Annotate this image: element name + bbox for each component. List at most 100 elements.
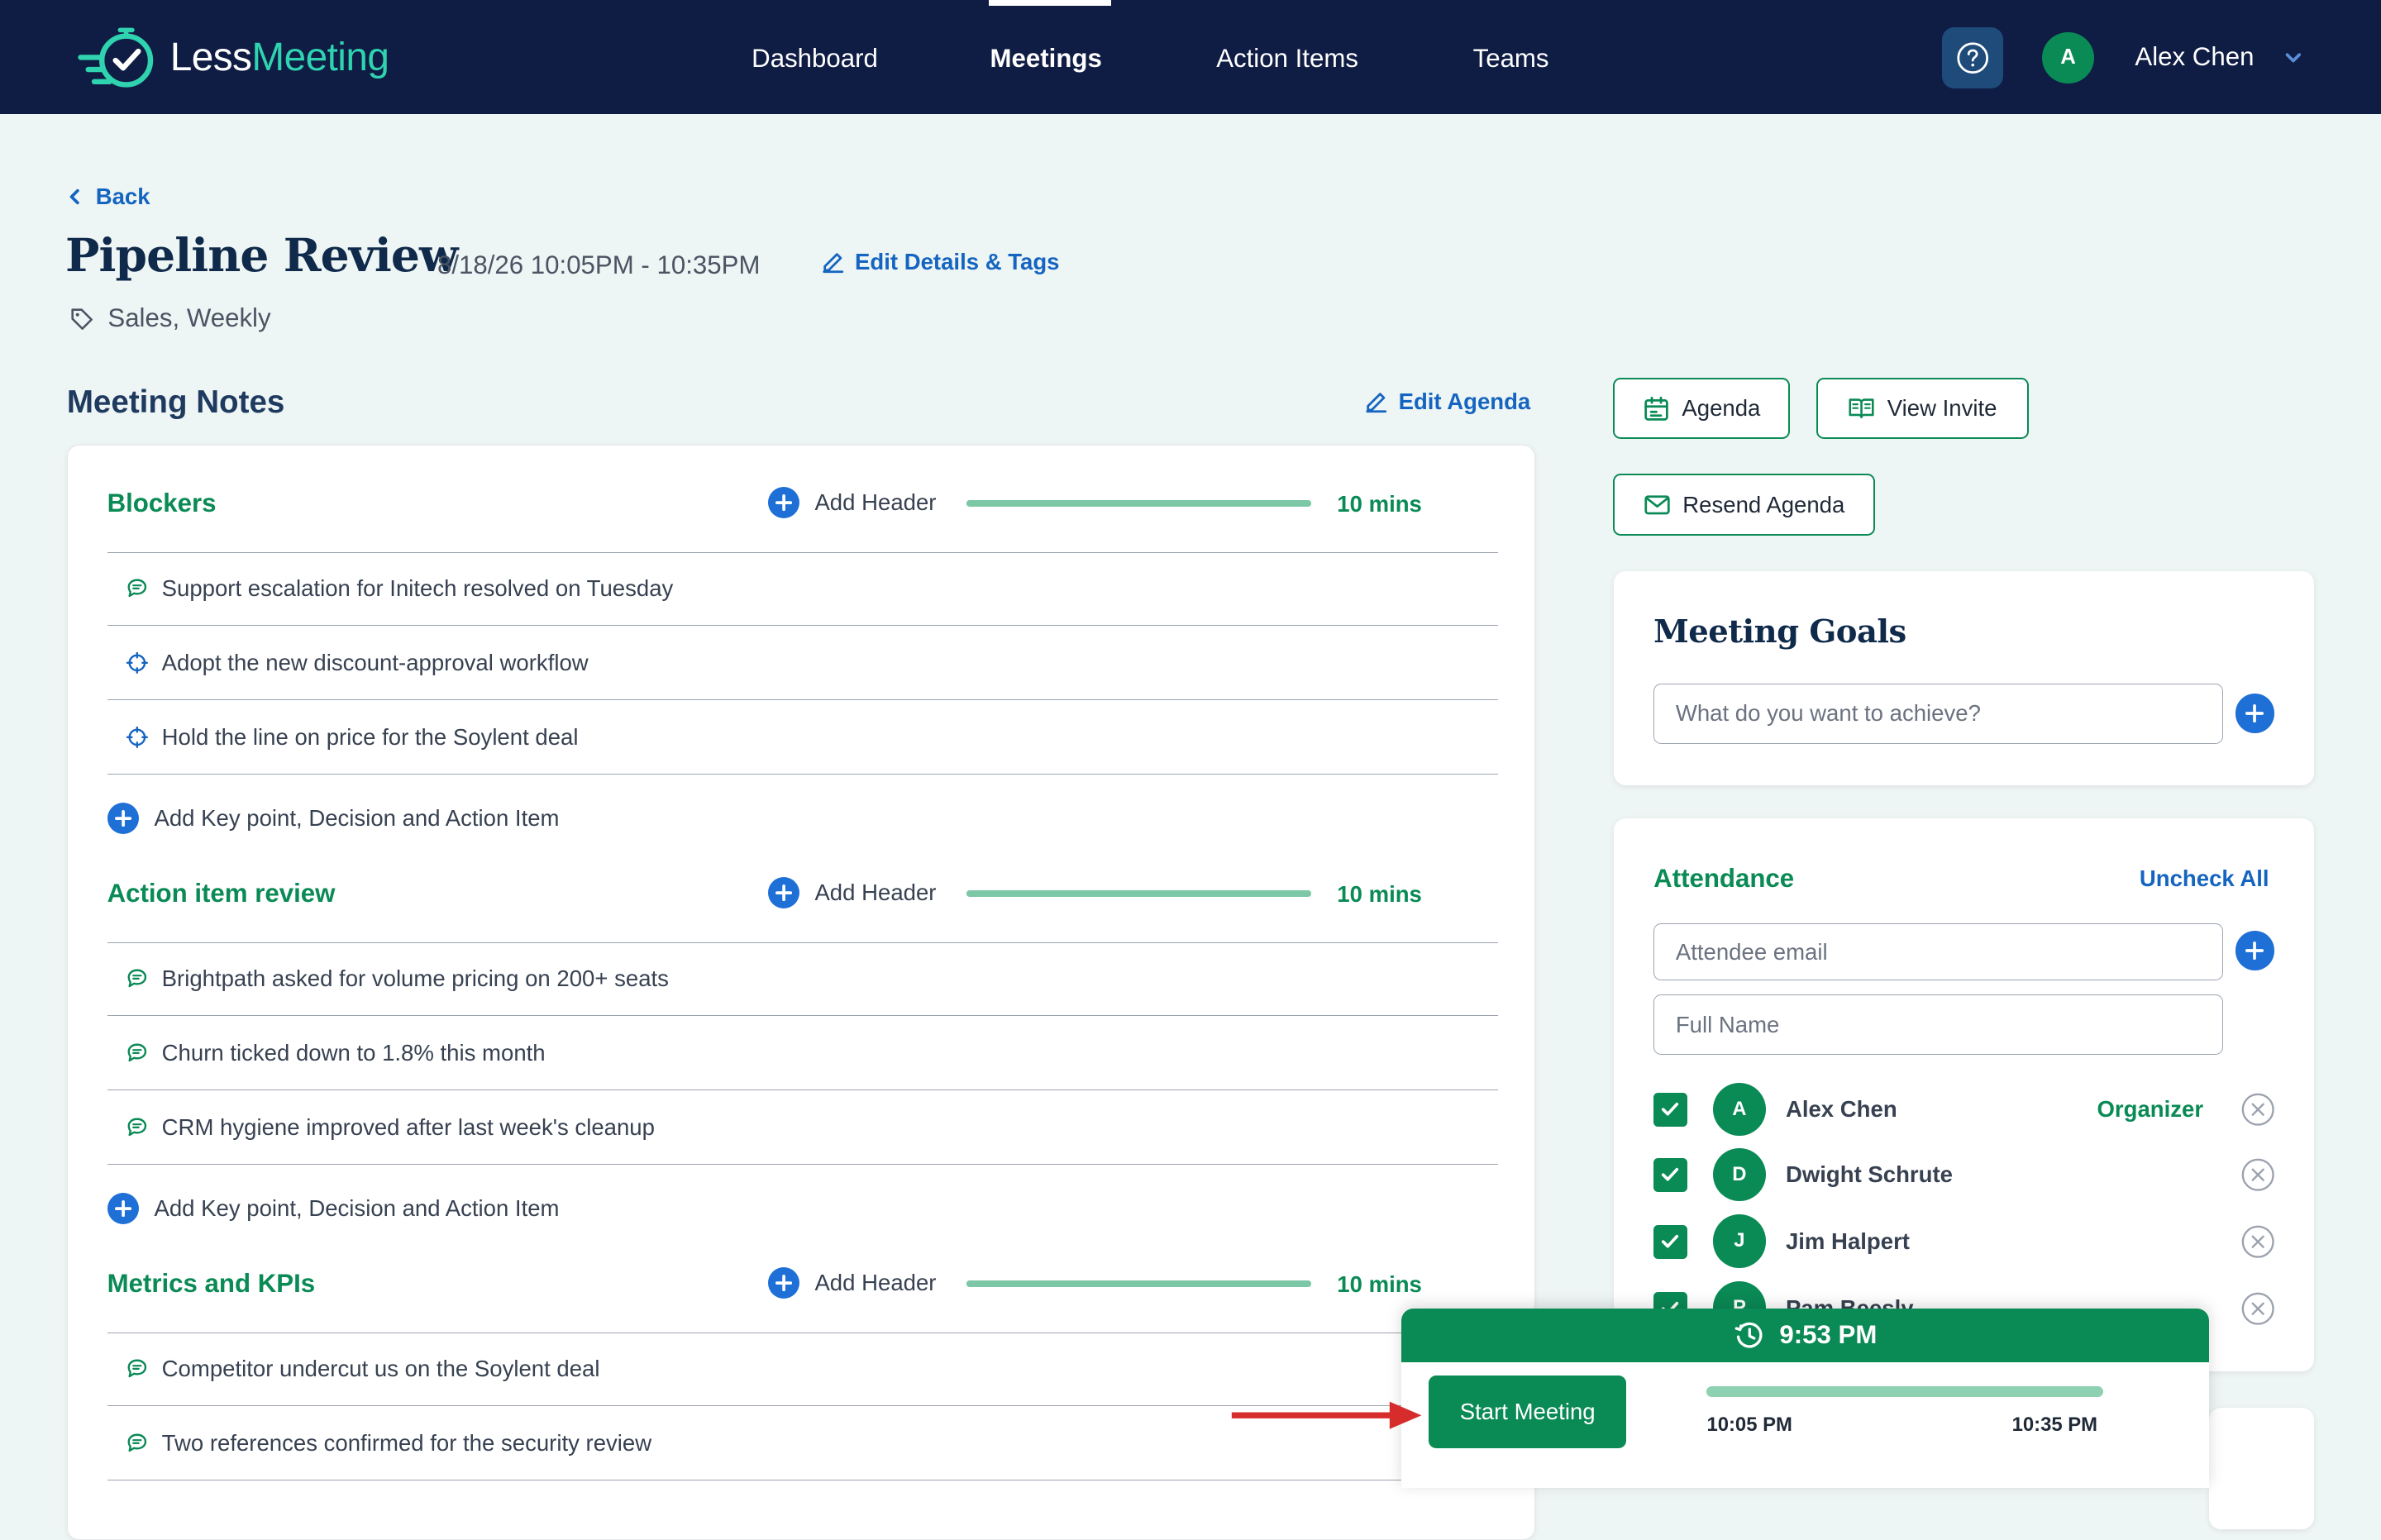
note-row[interactable]: CRM hygiene improved after last week's c… (107, 1091, 1498, 1165)
plus-circle-icon (767, 486, 800, 519)
agenda-button-label: Agenda (1682, 395, 1761, 422)
add-note-button[interactable]: Add Key point, Decision and Action Item (107, 802, 560, 835)
note-row[interactable]: Adopt the new discount-approval workflow (107, 627, 1498, 700)
add-header-button[interactable]: Add Header (767, 486, 936, 519)
uncheck-all-link[interactable]: Uncheck All (2140, 865, 2269, 892)
remove-circle-icon[interactable] (2241, 1093, 2274, 1127)
attendee-name: Alex Chen (1785, 1096, 1897, 1123)
current-time: 9:53 PM (1779, 1320, 1878, 1350)
remove-circle-icon[interactable] (2241, 1225, 2274, 1258)
question-circle-icon (1957, 41, 1988, 74)
edit-agenda-label: Edit Agenda (1398, 389, 1531, 415)
agenda-item-duration: 10 mins (1337, 1271, 1422, 1298)
attendee-avatar: D (1712, 1147, 1767, 1201)
add-goal-button[interactable] (2235, 694, 2275, 734)
attendee-name: Jim Halpert (1785, 1228, 1910, 1254)
logo-clock-check-icon (78, 27, 154, 88)
agenda-item-title[interactable]: Action item review (107, 879, 336, 908)
add-note-label: Add Key point, Decision and Action Item (154, 1195, 560, 1222)
attendee-row: D Dwight Schrute (1653, 1147, 2276, 1203)
note-row[interactable]: Competitor undercut us on the Soylent de… (107, 1333, 1498, 1406)
back-link[interactable]: Back (67, 184, 150, 210)
plus-icon (2245, 704, 2264, 723)
agenda-item-title[interactable]: Metrics and KPIs (107, 1269, 316, 1299)
remove-circle-icon[interactable] (2241, 1158, 2274, 1192)
attendee-checkbox[interactable] (1653, 1093, 1687, 1127)
red-arrow-annotation (1231, 1401, 1422, 1429)
timer-header: 9:53 PM (1401, 1309, 2210, 1362)
edit-details-link[interactable]: Edit Details & Tags (822, 249, 1060, 275)
resend-agenda-label: Resend Agenda (1682, 491, 1845, 517)
attendee-avatar: J (1712, 1214, 1767, 1268)
duration-bar (966, 1280, 1312, 1287)
user-avatar[interactable]: A (2042, 31, 2094, 83)
add-attendee-button[interactable] (2235, 930, 2275, 970)
plus-circle-icon (767, 876, 800, 909)
attendance-card: Attendance Uncheck All Attendee email Fu… (1614, 818, 2315, 1371)
attendee-role: Organizer (2097, 1096, 2204, 1123)
crosshair-icon (126, 726, 149, 748)
attendee-row: J Jim Halpert (1653, 1214, 2276, 1269)
nav-meetings[interactable]: Meetings (990, 44, 1102, 74)
note-row[interactable]: Brightpath asked for volume pricing on 2… (107, 942, 1498, 1016)
note-row[interactable]: Churn ticked down to 1.8% this month (107, 1017, 1498, 1090)
remove-circle-icon[interactable] (2241, 1292, 2274, 1325)
speech-bubble-icon (127, 1118, 147, 1137)
add-note-label: Add Key point, Decision and Action Item (154, 805, 560, 832)
chevron-left-icon (69, 189, 79, 205)
add-header-button[interactable]: Add Header (767, 1266, 936, 1299)
agenda-button[interactable]: Agenda (1612, 378, 1791, 439)
nav-teams[interactable]: Teams (1473, 44, 1549, 74)
checkmark-icon (1662, 1235, 1679, 1248)
add-header-button[interactable]: Add Header (767, 876, 937, 909)
meeting-notes-card: Blockers Add Header 10 mins Support esca… (66, 445, 1536, 1540)
attendee-email-input[interactable]: Attendee email (1653, 923, 2223, 981)
edit-agenda-link[interactable]: Edit Agenda (1365, 389, 1530, 415)
checkmark-icon (1662, 1168, 1679, 1181)
timer-end-time: 10:35 PM (2011, 1413, 2098, 1436)
attendee-name-placeholder: Full Name (1675, 1011, 1780, 1037)
attendee-checkbox[interactable] (1653, 1225, 1687, 1259)
note-text: Brightpath asked for volume pricing on 2… (161, 965, 669, 991)
attendance-title: Attendance (1653, 864, 1795, 894)
attendee-name-input[interactable]: Full Name (1653, 994, 2223, 1056)
nav-dashboard[interactable]: Dashboard (752, 44, 878, 74)
attendee-row: A Alex Chen Organizer (1653, 1082, 2276, 1137)
note-row[interactable]: Support escalation for Initech resolved … (107, 552, 1498, 626)
logo[interactable]: LessMeeting (76, 24, 389, 91)
agenda-item-duration: 10 mins (1337, 491, 1422, 517)
plus-circle-icon (107, 1192, 140, 1225)
duration-bar (966, 890, 1312, 897)
pencil-icon (1366, 393, 1387, 413)
note-row[interactable]: Hold the line on price for the Soylent d… (107, 701, 1498, 775)
agenda-item-header: Blockers Add Header 10 mins (107, 446, 1498, 553)
meeting-notes-heading: Meeting Notes (66, 384, 285, 420)
help-button[interactable] (1942, 27, 2003, 88)
resend-agenda-button[interactable]: Resend Agenda (1612, 474, 1876, 536)
agenda-item-title[interactable]: Blockers (107, 489, 217, 518)
speech-bubble-icon (127, 1359, 147, 1378)
note-text: Churn ticked down to 1.8% this month (161, 1039, 546, 1066)
attendee-avatar: A (1712, 1082, 1767, 1136)
note-text: Two references confirmed for the securit… (161, 1429, 652, 1456)
pencil-icon (823, 253, 843, 274)
calendar-icon (1644, 396, 1668, 421)
active-tab-indicator (988, 0, 1112, 7)
view-invite-button[interactable]: View Invite (1816, 378, 2029, 439)
add-header-label: Add Header (814, 880, 937, 906)
top-nav: LessMeeting Dashboard Meetings Action It… (0, 0, 2381, 114)
user-name[interactable]: Alex Chen (2135, 42, 2254, 72)
nav-action-items[interactable]: Action Items (1216, 44, 1358, 74)
chevron-down-icon[interactable] (2283, 47, 2304, 69)
agenda-item-header: Action item review Add Header 10 mins (107, 836, 1498, 943)
goal-input[interactable]: What do you want to achieve? (1653, 683, 2223, 744)
logo-text-meeting: Meeting (251, 36, 389, 80)
attendee-checkbox[interactable] (1653, 1158, 1687, 1192)
checkmark-icon (1662, 1103, 1679, 1116)
meeting-goals-card: Meeting Goals What do you want to achiev… (1614, 570, 2315, 785)
next-card (2209, 1407, 2315, 1529)
add-note-button[interactable]: Add Key point, Decision and Action Item (107, 1192, 560, 1225)
duration-bar (966, 500, 1312, 507)
start-meeting-button[interactable]: Start Meeting (1429, 1376, 1627, 1449)
clock-history-icon (1734, 1322, 1763, 1348)
